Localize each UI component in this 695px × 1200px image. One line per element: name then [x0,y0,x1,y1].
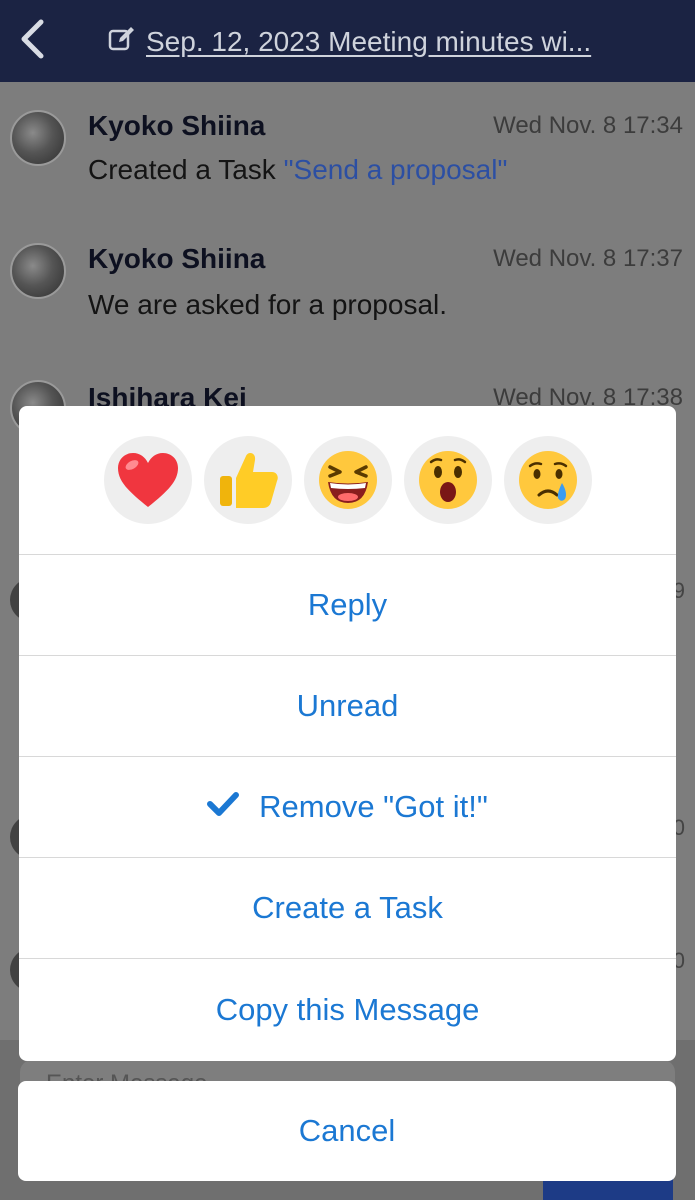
reaction-heart-button[interactable] [103,436,192,524]
reply-button[interactable]: Reply [19,555,676,656]
reaction-surprised-button[interactable] [403,436,492,524]
reaction-thumbs-up-button[interactable] [203,436,292,524]
reply-label: Reply [307,587,388,622]
chevron-left-icon [19,19,45,64]
unread-label: Unread [296,688,399,723]
thread-title-link[interactable]: Sep. 12, 2023 Meeting minutes wi... [108,22,635,62]
unread-button[interactable]: Unread [19,656,676,757]
avatar [10,110,66,166]
remove-got-it-button[interactable]: Remove "Got it!" [19,757,676,858]
reaction-bar [19,406,676,555]
checkmark-icon [207,789,240,825]
app-header: Sep. 12, 2023 Meeting minutes wi... [0,0,695,82]
sender-name: Kyoko Shiina [88,110,266,141]
copy-message-button[interactable]: Copy this Message [19,959,676,1060]
sender-name: Kyoko Shiina [88,243,266,274]
create-task-label: Create a Task [252,890,443,925]
message-text: We are asked for a proposal. [88,289,448,320]
message-time: Wed Nov. 8 17:37 [493,245,683,272]
heart-icon [117,453,178,507]
remove-got-it-label: Remove "Got it!" [259,789,488,824]
create-task-button[interactable]: Create a Task [19,858,676,959]
reaction-laughing-button[interactable] [303,436,392,524]
crying-face-icon [518,451,577,509]
laughing-face-icon [318,451,377,509]
pencil-square-icon [108,26,136,59]
message-action-sheet: Reply Unread Remove "Got it!" Create a T… [19,406,676,1061]
thread-title: Sep. 12, 2023 Meeting minutes wi... [146,26,592,57]
copy-message-label: Copy this Message [215,991,480,1027]
surprised-face-icon [418,451,477,509]
thumbs-up-icon [219,452,278,508]
back-button[interactable] [12,18,52,64]
avatar [10,243,66,299]
task-link[interactable]: "Send a proposal" [284,154,508,185]
cancel-button[interactable]: Cancel [18,1081,676,1181]
message-text-prefix: Created a Task [88,154,284,185]
message-time: Wed Nov. 8 17:34 [493,112,683,139]
message-text: Created a Task "Send a proposal" [88,154,507,186]
cancel-label: Cancel [298,1113,396,1148]
reaction-crying-button[interactable] [503,436,592,524]
